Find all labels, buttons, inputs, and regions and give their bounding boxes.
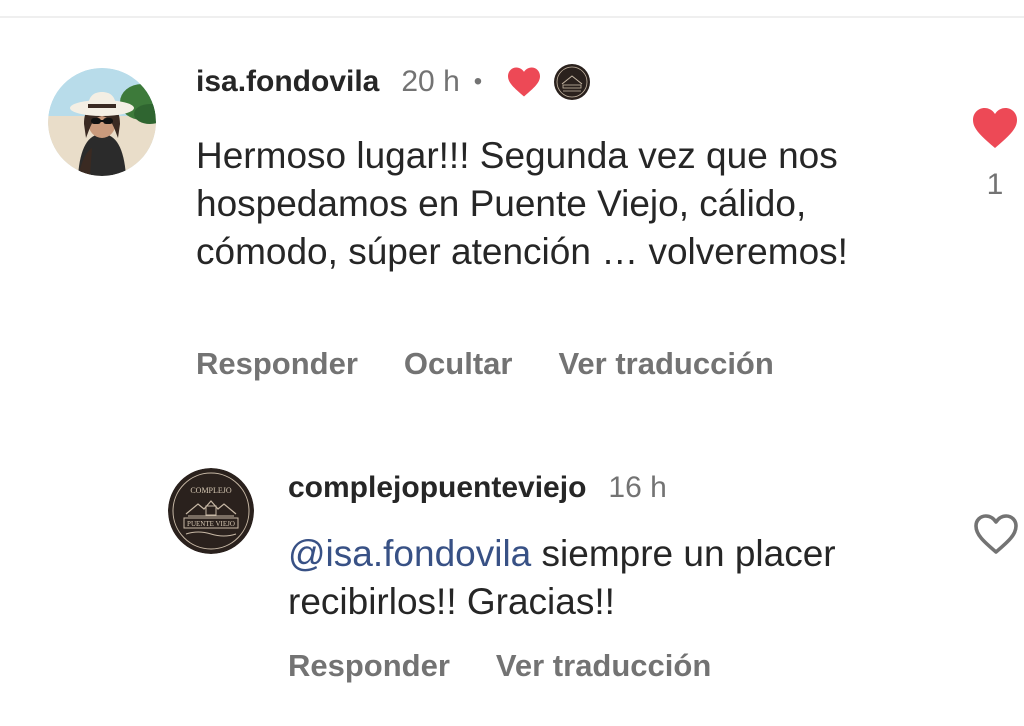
hide-button[interactable]: Ocultar: [404, 346, 513, 381]
comment-actions: Responder Ocultar Ver traducción: [196, 346, 820, 382]
reply-actions: Responder Ver traducción: [288, 648, 757, 684]
logo-bottom-text: PUENTE VIEJO: [187, 520, 235, 528]
comment-header: isa.fondovila 20 h •: [196, 62, 591, 102]
comment-like: 1: [966, 106, 1024, 202]
reply-header: complejopuenteviejo 16 h: [288, 468, 667, 508]
comment-item: isa.fondovila 20 h • Hermoso lugar!!! Se…: [0, 0, 1024, 420]
like-heart-outline-icon[interactable]: [972, 512, 1020, 556]
reply-item: COMPLEJO PUENTE VIEJO complejopuenteviej…: [0, 430, 1024, 726]
mention-link[interactable]: @isa.fondovila: [288, 533, 531, 574]
comment-time: 20 h: [401, 65, 460, 98]
comment-username[interactable]: isa.fondovila: [196, 65, 379, 99]
translate-button[interactable]: Ver traducción: [496, 648, 711, 683]
commenter-avatar[interactable]: [48, 68, 156, 176]
reply-button[interactable]: Responder: [196, 346, 358, 381]
like-count[interactable]: 1: [966, 168, 1024, 202]
business-avatar[interactable]: COMPLEJO PUENTE VIEJO: [168, 468, 254, 554]
heart-icon: [506, 66, 542, 98]
reply-time: 16 h: [608, 471, 667, 504]
logo-top-text: COMPLEJO: [190, 486, 232, 495]
separator-dot: •: [473, 68, 483, 95]
translate-button[interactable]: Ver traducción: [558, 346, 773, 381]
author-mini-avatar: [554, 64, 591, 100]
comment-text: Hermoso lugar!!! Segunda vez que nos hos…: [196, 135, 848, 272]
reply-text: @isa.fondovila siempre un placer recibir…: [288, 530, 928, 626]
like-heart-icon[interactable]: [970, 106, 1020, 150]
reply-username[interactable]: complejopuenteviejo: [288, 471, 586, 505]
reply-button[interactable]: Responder: [288, 648, 450, 683]
